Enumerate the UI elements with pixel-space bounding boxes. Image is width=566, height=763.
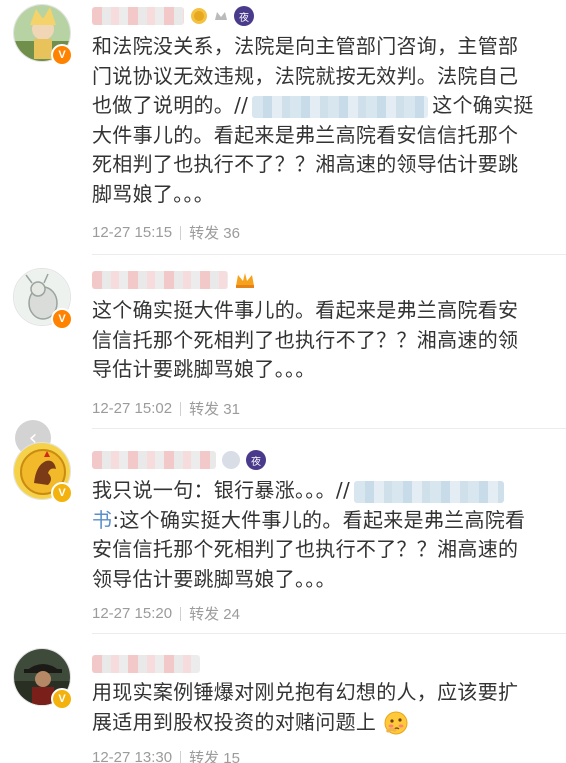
night-badge: 夜	[234, 6, 254, 26]
username-blurred[interactable]	[92, 655, 200, 673]
thinking-face-icon	[384, 711, 408, 735]
comment-text: 用现实案例锤爆对刚兑抱有幻想的人，应该要扩 展适用到股权投资的对赌问题上	[92, 678, 554, 737]
avatar[interactable]: V	[13, 4, 73, 66]
repost-button[interactable]: 转发 31	[189, 398, 240, 419]
comment-item: V 夜 我只说一句：银行暴涨。。。// 书:这个确实挺大件事儿的。看起来是弗兰高…	[0, 430, 566, 638]
verified-icon: V	[51, 482, 73, 504]
username-row[interactable]: 夜	[92, 5, 254, 27]
meta-divider	[180, 750, 182, 763]
comment-meta: 12-27 15:20 转发 24	[92, 603, 240, 624]
comment-fragment: :这个确实挺大件事儿的。看起来是弗兰高院看	[112, 507, 526, 532]
comment-item: V 用现实案例锤爆对刚兑抱有幻想的人，应该要扩 展适用到股权投资的对赌问题上 1…	[0, 638, 566, 763]
comment-item: V 夜 和法院没关系，法院是向主管部门咨询，主管部 门说协议无效违规，法院就按无…	[0, 0, 566, 256]
comment-fragment: 这个确实挺	[432, 93, 534, 117]
comment-item: V 这个确实挺大件事儿的。看起来是弗兰高院看安 信信托那个死相判了也执行不了？？…	[0, 256, 566, 430]
verified-icon: V	[51, 308, 73, 330]
comment-line: 这个确实挺大件事儿的。看起来是弗兰高院看安	[92, 298, 519, 322]
username-blurred[interactable]	[92, 7, 184, 25]
comment-line: 导估计要跳脚骂娘了。。。	[92, 357, 316, 381]
username-row[interactable]	[92, 653, 200, 675]
comment-meta: 12-27 13:30 转发 15	[92, 747, 240, 763]
avatar[interactable]: V	[13, 442, 73, 504]
avatar[interactable]: V	[13, 648, 73, 710]
comment-line: 大件事儿的。看起来是弗兰高院看安信信托那个	[92, 122, 519, 147]
divider	[92, 254, 566, 255]
comment-line: 也做了说明的。// 这个确实挺	[92, 91, 554, 121]
mention-blurred[interactable]	[353, 480, 504, 503]
comment-line: 展适用到股权投资的对赌问题上	[92, 708, 554, 738]
member-badge-icon	[222, 451, 240, 469]
mention-link[interactable]: 书	[92, 508, 112, 532]
comment-line: 书:这个确实挺大件事儿的。看起来是弗兰高院看	[92, 506, 554, 536]
meta-divider	[180, 225, 182, 240]
timestamp: 12-27 15:02	[92, 400, 173, 417]
coin-icon	[191, 8, 207, 24]
username-row[interactable]	[92, 269, 256, 291]
comment-line: 用现实案例锤爆对刚兑抱有幻想的人，应该要扩	[92, 680, 519, 704]
username-blurred[interactable]	[92, 451, 216, 469]
comment-line: 信信托那个死相判了也执行不了？？湘高速的领	[92, 327, 519, 352]
repost-button[interactable]: 转发 15	[189, 747, 240, 763]
meta-divider	[180, 606, 182, 621]
comment-line: 领导估计要跳脚骂娘了。。。	[92, 566, 336, 591]
mention-blurred[interactable]	[252, 95, 429, 118]
comment-line: 我只说一句：银行暴涨。。。//	[92, 476, 554, 506]
comment-fragment: 也做了说明的。//	[92, 93, 249, 117]
comment-fragment: 我只说一句：银行暴涨。。。//	[92, 478, 350, 502]
comment-line: 安信信托那个死相判了也执行不了？？湘高速的	[92, 537, 519, 561]
comment-fragment: 展适用到股权投资的对赌问题上	[92, 709, 377, 734]
night-badge: 夜	[246, 450, 266, 470]
username-blurred[interactable]	[92, 271, 228, 289]
comment-line: 脚骂娘了。。。	[92, 181, 215, 206]
timestamp: 12-27 15:20	[92, 605, 173, 622]
repost-button[interactable]: 转发 24	[189, 603, 240, 624]
comment-line: 和法院没关系，法院是向主管部门咨询，主管部	[92, 34, 519, 58]
comment-line: 死相判了也执行不了？？湘高速的领导估计要跳	[92, 152, 519, 176]
timestamp: 12-27 13:30	[92, 749, 173, 763]
comment-text: 我只说一句：银行暴涨。。。// 书:这个确实挺大件事儿的。看起来是弗兰高院看 安…	[92, 476, 554, 594]
divider	[92, 428, 566, 429]
avatar[interactable]: V	[13, 268, 73, 330]
verified-icon: V	[51, 688, 73, 710]
timestamp: 12-27 15:15	[92, 224, 173, 241]
comment-meta: 12-27 15:02 转发 31	[92, 398, 240, 419]
username-row[interactable]: 夜	[92, 449, 266, 471]
comment-text: 和法院没关系，法院是向主管部门咨询，主管部 门说协议无效违规，法院就按无效判。法…	[92, 32, 554, 209]
divider	[92, 633, 566, 634]
comment-meta: 12-27 15:15 转发 36	[92, 222, 240, 243]
comment-line: 门说协议无效违规，法院就按无效判。法院自己	[92, 63, 519, 88]
verified-icon: V	[51, 44, 73, 66]
repost-button[interactable]: 转发 36	[189, 222, 240, 243]
meta-divider	[180, 401, 182, 416]
crown-small-icon	[215, 12, 227, 20]
comment-text: 这个确实挺大件事儿的。看起来是弗兰高院看安 信信托那个死相判了也执行不了？？湘高…	[92, 296, 554, 385]
crown-icon	[236, 273, 254, 288]
